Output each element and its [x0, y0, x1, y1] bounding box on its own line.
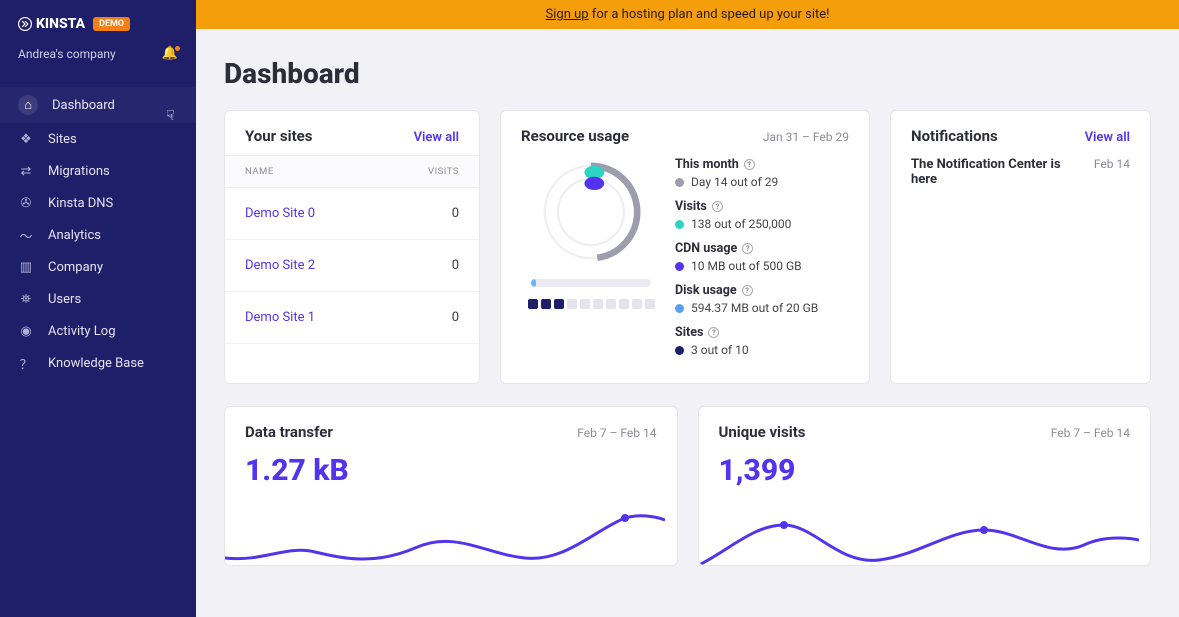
page-title: Dashboard — [224, 57, 1151, 90]
sites-blocks-bar — [528, 299, 655, 309]
promo-banner: Sign up for a hosting plan and speed up … — [196, 0, 1179, 29]
sidebar-item-label: Knowledge Base — [48, 356, 144, 371]
users-icon: ⛯ — [18, 291, 34, 307]
kinsta-dns-icon: ✇ — [18, 195, 34, 211]
signup-link[interactable]: Sign up — [546, 7, 589, 22]
unique-visits-card: Unique visits Feb 7 – Feb 14 1,399 — [698, 406, 1152, 566]
info-icon[interactable]: ? — [712, 201, 723, 212]
site-link[interactable]: Demo Site 1 — [245, 310, 315, 325]
resource-date-range: Jan 31 – Feb 29 — [763, 130, 849, 144]
table-row: Demo Site 0 0 — [225, 188, 479, 240]
site-link[interactable]: Demo Site 2 — [245, 258, 315, 273]
brand-name: KINSTA — [36, 16, 85, 32]
migrations-icon: ⇄ — [18, 163, 34, 179]
demo-badge: DEMO — [93, 17, 130, 31]
stat-cdn-value: 10 MB out of 500 GB — [691, 259, 802, 273]
stat-this-month-value: Day 14 out of 29 — [691, 175, 778, 189]
unique-visits-date: Feb 7 – Feb 14 — [1051, 426, 1130, 440]
your-sites-title: Your sites — [245, 127, 312, 145]
sidebar-item-analytics[interactable]: 〜 Analytics — [0, 219, 196, 251]
notifications-bell-icon[interactable]: 🔔 — [162, 46, 178, 61]
stat-visits-label: Visits — [675, 199, 707, 214]
main: Sign up for a hosting plan and speed up … — [196, 0, 1179, 617]
notification-text: The Notification Center is here — [911, 157, 1061, 187]
resource-donut-chart — [536, 157, 646, 267]
knowledge-base-icon: ？ — [18, 355, 34, 371]
info-icon[interactable]: ? — [708, 327, 719, 338]
company-icon: ▥ — [18, 259, 34, 275]
table-row: Demo Site 1 0 — [225, 292, 479, 344]
sidebar-item-label: Sites — [48, 132, 77, 147]
info-icon[interactable]: ? — [744, 159, 755, 170]
stat-disk-label: Disk usage — [675, 283, 737, 298]
company-name[interactable]: Andrea's company — [18, 47, 116, 61]
site-visits: 0 — [452, 258, 459, 273]
dot-icon — [675, 346, 684, 355]
site-visits: 0 — [452, 310, 459, 325]
notifications-view-all[interactable]: View all — [1085, 130, 1130, 145]
analytics-icon: 〜 — [18, 227, 34, 243]
dot-icon — [675, 262, 684, 271]
table-row: Demo Site 2 0 — [225, 240, 479, 292]
resource-usage-card: Resource usage Jan 31 – Feb 29 — [500, 110, 870, 384]
banner-text: for a hosting plan and speed up your sit… — [589, 7, 830, 22]
sidebar-item-label: Migrations — [48, 164, 110, 179]
dot-icon — [675, 220, 684, 229]
stat-cdn-label: CDN usage — [675, 241, 737, 256]
resource-title: Resource usage — [521, 127, 629, 145]
sidebar-item-label: Kinsta DNS — [48, 196, 113, 211]
stat-disk-value: 594.37 MB out of 20 GB — [691, 301, 818, 315]
unique-visits-sparkline — [699, 510, 1139, 566]
sidebar-item-sites[interactable]: ❖ Sites — [0, 123, 196, 155]
stat-sites-label: Sites — [675, 325, 703, 340]
activity-log-icon: ◉ — [18, 323, 34, 339]
brand-logo: KINSTA — [18, 16, 85, 32]
site-link[interactable]: Demo Site 0 — [245, 206, 315, 221]
stat-visits-value: 138 out of 250,000 — [691, 217, 791, 231]
stat-sites-value: 3 out of 10 — [691, 343, 749, 357]
sites-icon: ❖ — [18, 131, 34, 147]
dot-icon — [675, 304, 684, 313]
th-visits: VISITS — [428, 166, 459, 177]
site-visits: 0 — [452, 206, 459, 221]
sidebar-item-dashboard[interactable]: ⌂ Dashboard — [0, 87, 196, 123]
sidebar-item-label: Company — [48, 260, 103, 275]
info-icon[interactable]: ? — [742, 243, 753, 254]
disk-progress-bar — [531, 279, 651, 287]
sidebar-item-knowledge-base[interactable]: ？ Knowledge Base — [0, 347, 196, 379]
notifications-card: Notifications View all The Notification … — [890, 110, 1151, 384]
sidebar-item-label: Users — [48, 292, 81, 307]
sidebar-item-migrations[interactable]: ⇄ Migrations — [0, 155, 196, 187]
sidebar-item-label: Analytics — [48, 228, 101, 243]
data-transfer-sparkline — [225, 510, 665, 566]
notifications-title: Notifications — [911, 127, 998, 145]
info-icon[interactable]: ? — [742, 285, 753, 296]
sidebar-item-label: Activity Log — [48, 324, 116, 339]
data-transfer-card: Data transfer Feb 7 – Feb 14 1.27 kB — [224, 406, 678, 566]
data-transfer-date: Feb 7 – Feb 14 — [577, 426, 656, 440]
your-sites-view-all[interactable]: View all — [414, 130, 459, 145]
dot-icon — [675, 178, 684, 187]
your-sites-card: Your sites View all NAME VISITS Demo Sit… — [224, 110, 480, 384]
sidebar-item-label: Dashboard — [52, 98, 115, 113]
stat-this-month-label: This month — [675, 157, 739, 172]
dashboard-icon: ⌂ — [18, 95, 38, 115]
notification-item[interactable]: The Notification Center is here Feb 14 — [911, 157, 1130, 187]
data-transfer-value: 1.27 kB — [245, 453, 657, 488]
unique-visits-value: 1,399 — [719, 453, 1131, 488]
sidebar-item-users[interactable]: ⛯ Users — [0, 283, 196, 315]
sidebar: KINSTA DEMO Andrea's company 🔔 ⌂ Dashboar… — [0, 0, 196, 617]
th-name: NAME — [245, 166, 274, 177]
unique-visits-title: Unique visits — [719, 423, 806, 441]
sidebar-item-kinsta-dns[interactable]: ✇ Kinsta DNS — [0, 187, 196, 219]
notification-date: Feb 14 — [1094, 157, 1130, 187]
sidebar-item-activity-log[interactable]: ◉ Activity Log — [0, 315, 196, 347]
data-transfer-title: Data transfer — [245, 423, 333, 441]
sidebar-item-company[interactable]: ▥ Company — [0, 251, 196, 283]
